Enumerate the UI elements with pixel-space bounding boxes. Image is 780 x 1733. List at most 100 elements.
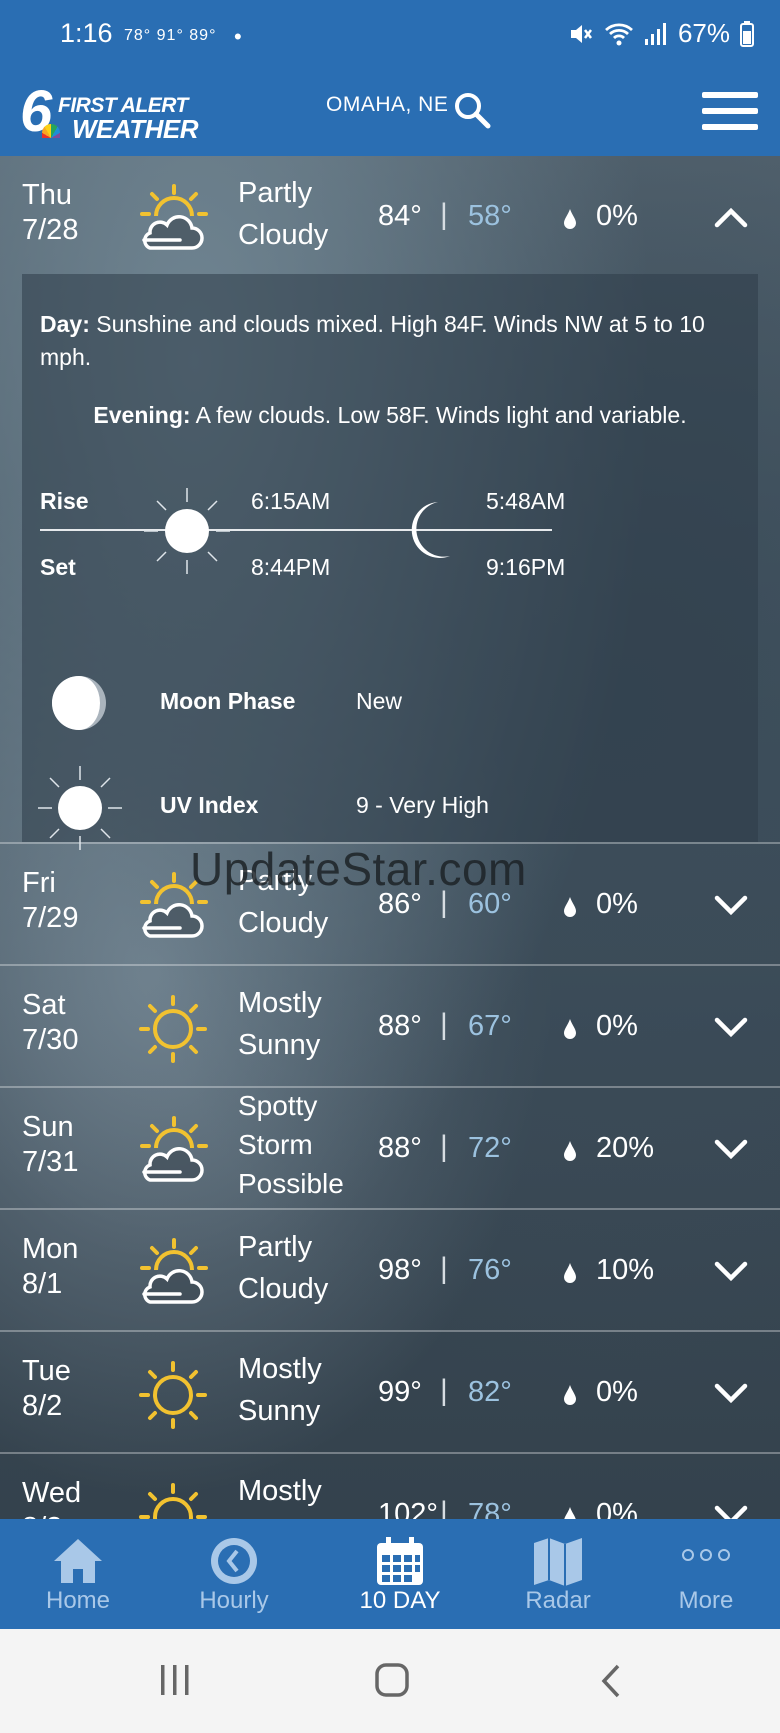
ten-day-forecast[interactable]: Thu 7/28 Partly Cloudy 84° | 58° 0% Fri 7/29 Part… <box>0 156 780 1519</box>
more-dots-icon <box>682 1549 730 1561</box>
high-temp: 102° <box>378 1498 438 1519</box>
chevron-down-icon[interactable] <box>714 894 748 916</box>
nav-hourly[interactable]: Hourly <box>156 1519 312 1629</box>
day-date: Tue 8/2 <box>22 1354 71 1424</box>
day-row[interactable]: Thu 7/28 Partly Cloudy 84° | 58° 0% <box>0 156 780 276</box>
partly-cloudy-icon <box>136 1236 210 1310</box>
peacock-icon <box>42 124 60 138</box>
temp-separator: | <box>440 1130 448 1163</box>
signal-icon <box>644 22 666 45</box>
nav-home[interactable]: Home <box>0 1519 156 1629</box>
uv-index-row: UV Index 9 - Very High <box>22 762 758 852</box>
precip-chance: 0% <box>596 200 638 232</box>
partly-cloudy-icon <box>136 182 210 256</box>
day-date-value: 8/2 <box>22 1390 63 1422</box>
mute-icon <box>570 24 592 43</box>
condition-text: Mostly Sunny <box>238 1353 322 1427</box>
day-date-value: 8/1 <box>22 1268 63 1300</box>
day-of-week: Fri <box>22 867 56 899</box>
recent-apps-icon[interactable] <box>158 1663 192 1697</box>
moon-phase-value: New <box>356 688 403 714</box>
day-of-week: Mon <box>22 1233 79 1265</box>
chevron-down-icon[interactable] <box>714 1138 748 1160</box>
evening-label: Evening: <box>93 402 191 428</box>
day-date: Thu 7/28 <box>22 178 78 248</box>
clock-icon <box>211 1538 257 1584</box>
day-date: Sat 7/30 <box>22 988 78 1058</box>
search-icon[interactable] <box>452 90 492 130</box>
chevron-up-icon[interactable] <box>714 206 748 228</box>
day-date: Fri 7/29 <box>22 866 78 936</box>
evening-text: A few clouds. Low 58F. Winds light and v… <box>190 402 687 428</box>
day-of-week: Tue <box>22 1355 71 1387</box>
condition-text: Partly Cloudy <box>238 1231 329 1305</box>
temp-separator: | <box>440 1496 448 1519</box>
nav-radar[interactable]: Radar <box>480 1519 636 1629</box>
battery-icon <box>740 20 754 47</box>
moon-phase-label: Moon Phase <box>160 688 296 714</box>
day-date-value: 8/3 <box>22 1512 62 1519</box>
day-of-week: Sun <box>22 1111 74 1143</box>
uv-index-label: UV Index <box>160 792 259 818</box>
day-of-week: Sat <box>22 989 66 1021</box>
hamburger-menu-icon[interactable] <box>702 88 758 134</box>
nav-more[interactable]: More <box>628 1519 780 1629</box>
app-header: 6 FIRST ALERT WEATHER OMAHA, NE <box>0 70 780 156</box>
high-temp: 88° <box>378 1132 422 1164</box>
raindrop-icon <box>564 1019 576 1039</box>
day-row[interactable]: Sat 7/30 Mostly Sunny 88° | 67° 0% <box>0 964 780 1086</box>
raindrop-icon <box>564 1141 576 1161</box>
day-row[interactable]: Mon 8/1 Partly Cloudy 98° | 76° 10% <box>0 1208 780 1330</box>
location-label[interactable]: OMAHA, NE <box>326 93 448 117</box>
raindrop-icon <box>564 1507 576 1519</box>
day-row[interactable]: Tue 8/2 Mostly Sunny 99° | 82° 0% <box>0 1330 780 1452</box>
temp-separator: | <box>440 1252 448 1285</box>
sunset-time: 8:44PM <box>251 554 331 580</box>
chevron-down-icon[interactable] <box>714 1260 748 1282</box>
nav-10-day[interactable]: 10 DAY <box>322 1519 478 1629</box>
day-of-week: Thu <box>22 179 72 211</box>
day-details-panel: Day: Sunshine and clouds mixed. High 84F… <box>22 274 758 850</box>
chevron-down-icon[interactable] <box>714 1504 748 1519</box>
evening-summary: Evening: A few clouds. Low 58F. Winds li… <box>22 402 758 429</box>
horizon-line <box>40 529 552 531</box>
brand-logo[interactable]: 6 FIRST ALERT WEATHER <box>20 79 210 144</box>
moon-phase-icon <box>52 676 106 730</box>
condition-text: Partly Cloudy <box>238 177 329 251</box>
day-date-value: 7/30 <box>22 1024 79 1056</box>
low-temp: 82° <box>468 1376 512 1408</box>
day-date-value: 7/28 <box>22 214 79 246</box>
watermark: UpdateStar.com <box>190 843 527 895</box>
low-temp: 76° <box>468 1254 512 1286</box>
precip-chance: 0% <box>596 1010 638 1042</box>
moonset-time: 9:16PM <box>486 554 566 580</box>
rise-set-graphic: Rise Set 6:15AM 8:44PM 5:48AM 9:16PM <box>40 474 565 584</box>
battery-percent: 67% <box>677 18 730 48</box>
uv-index-value: 9 - Very High <box>356 792 489 818</box>
chevron-down-icon[interactable] <box>714 1016 748 1038</box>
sun-icon <box>144 488 230 574</box>
nav-radar-label: Radar <box>525 1587 591 1614</box>
back-icon[interactable] <box>598 1663 624 1699</box>
high-temp: 84° <box>378 200 422 232</box>
status-right: 67% <box>568 18 754 49</box>
map-icon <box>534 1538 582 1586</box>
nav-home-label: Home <box>45 1587 111 1614</box>
home-icon <box>54 1539 102 1583</box>
condition-text: Mostly Sunny <box>238 987 322 1061</box>
high-temp: 98° <box>378 1254 422 1286</box>
moon-phase-row: Moon Phase New <box>22 658 758 748</box>
wifi-icon <box>604 22 633 45</box>
home-button-icon[interactable] <box>374 1662 410 1698</box>
precip-chance: 10% <box>596 1254 655 1286</box>
day-date: Sun 7/31 <box>22 1110 78 1180</box>
day-date: Mon 8/1 <box>22 1232 78 1302</box>
day-row[interactable]: Sun 7/31 Spotty Storm Possible 88° | 72° 20% <box>0 1086 780 1208</box>
day-row[interactable]: Wed 8/3 Mostly Sunny 102°| 78° 0% <box>0 1452 780 1519</box>
temp-separator: | <box>440 1008 448 1041</box>
low-temp: 78° <box>468 1498 512 1519</box>
brand-line2: WEATHER <box>72 114 199 144</box>
temp-separator: | <box>440 1374 448 1407</box>
day-label: Day: <box>40 311 90 337</box>
chevron-down-icon[interactable] <box>714 1382 748 1404</box>
